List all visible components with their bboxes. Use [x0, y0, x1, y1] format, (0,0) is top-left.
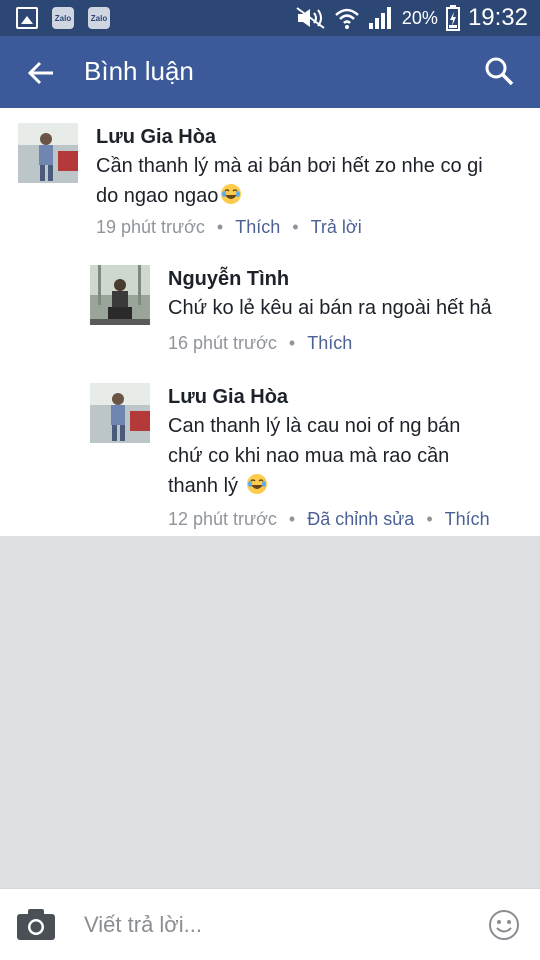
reply-input[interactable] — [84, 903, 474, 947]
search-icon[interactable] — [484, 56, 514, 86]
comment-item: Lưu Gia Hòa Cần thanh lý mà ai bán bơi h… — [18, 123, 528, 243]
comment-text: chứ co khi nao mua mà rao cần — [168, 445, 450, 467]
comment-author[interactable]: Lưu Gia Hòa — [96, 123, 526, 151]
separator-dot: • — [288, 333, 296, 353]
gallery-icon — [16, 7, 38, 29]
smiley-icon[interactable] — [488, 909, 520, 941]
comment-text-line: do ngao ngao — [96, 185, 219, 207]
back-arrow-icon[interactable] — [26, 58, 56, 88]
like-button[interactable]: Thích — [445, 509, 490, 530]
comment-text: Chứ ko lẻ kêu ai bán ra ngoài hết hả — [168, 297, 492, 319]
status-bar: Zalo Zalo 20% 19:32 — [0, 0, 540, 36]
avatar[interactable] — [90, 265, 150, 325]
system-indicators: 20% 19:32 — [296, 4, 528, 32]
separator-dot: • — [288, 509, 296, 529]
reply-button[interactable]: Trả lời — [311, 217, 362, 238]
zalo-icon: Zalo — [52, 7, 74, 29]
page-title: Bình luận — [84, 56, 194, 86]
comment-text-line: thanh lý — [168, 475, 239, 497]
notification-icons: Zalo Zalo — [16, 7, 110, 29]
comment-timestamp: 19 phút trước — [96, 217, 205, 237]
comment-timestamp: 16 phút trước — [168, 333, 277, 353]
wifi-icon — [334, 6, 360, 30]
clock: 19:32 — [467, 4, 528, 31]
comment-text: do ngao ngao — [96, 181, 526, 211]
separator-dot: • — [426, 509, 433, 529]
reply-item: Lưu Gia Hòa Can thanh lý là cau noi of n… — [90, 383, 530, 533]
zalo-label: Zalo — [90, 13, 108, 23]
laughing-tears-emoji-icon — [246, 473, 268, 495]
comment-thread: Lưu Gia Hòa Cần thanh lý mà ai bán bơi h… — [0, 108, 540, 536]
comment-text: thanh lý — [168, 471, 528, 501]
comment-text: Can thanh lý là cau noi of ng bán — [168, 415, 461, 437]
header-bar: Bình luận — [0, 36, 540, 108]
comment-meta: 16 phút trước • Thích — [168, 333, 528, 354]
avatar[interactable] — [90, 383, 150, 443]
battery-icon — [445, 5, 460, 31]
avatar[interactable] — [18, 123, 78, 183]
edited-link[interactable]: Đã chỉnh sửa — [307, 509, 414, 530]
battery-percentage: 20% — [401, 7, 438, 28]
laughing-tears-emoji-icon — [220, 183, 242, 205]
reply-composer — [0, 888, 540, 960]
comment-author[interactable]: Lưu Gia Hòa — [168, 383, 528, 411]
zalo-label: Zalo — [54, 13, 72, 23]
comment-meta: 19 phút trước • Thích • Trả lời — [96, 217, 526, 238]
comment-meta: 12 phút trước • Đã chỉnh sửa • Thích — [168, 509, 528, 530]
comment-timestamp: 12 phút trước — [168, 509, 277, 529]
separator-dot: • — [292, 217, 299, 237]
comment-text: Cần thanh lý mà ai bán bơi hết zo nhe co… — [96, 155, 483, 177]
zalo-icon: Zalo — [88, 7, 110, 29]
like-button[interactable]: Thích — [235, 217, 280, 238]
camera-icon[interactable] — [16, 907, 56, 941]
reply-item: Nguyễn Tình Chứ ko lẻ kêu ai bán ra ngoà… — [90, 265, 530, 365]
signal-icon — [368, 6, 394, 30]
comment-author[interactable]: Nguyễn Tình — [168, 265, 528, 293]
separator-dot: • — [216, 217, 224, 237]
mute-icon — [296, 6, 326, 30]
like-button[interactable]: Thích — [307, 333, 352, 354]
